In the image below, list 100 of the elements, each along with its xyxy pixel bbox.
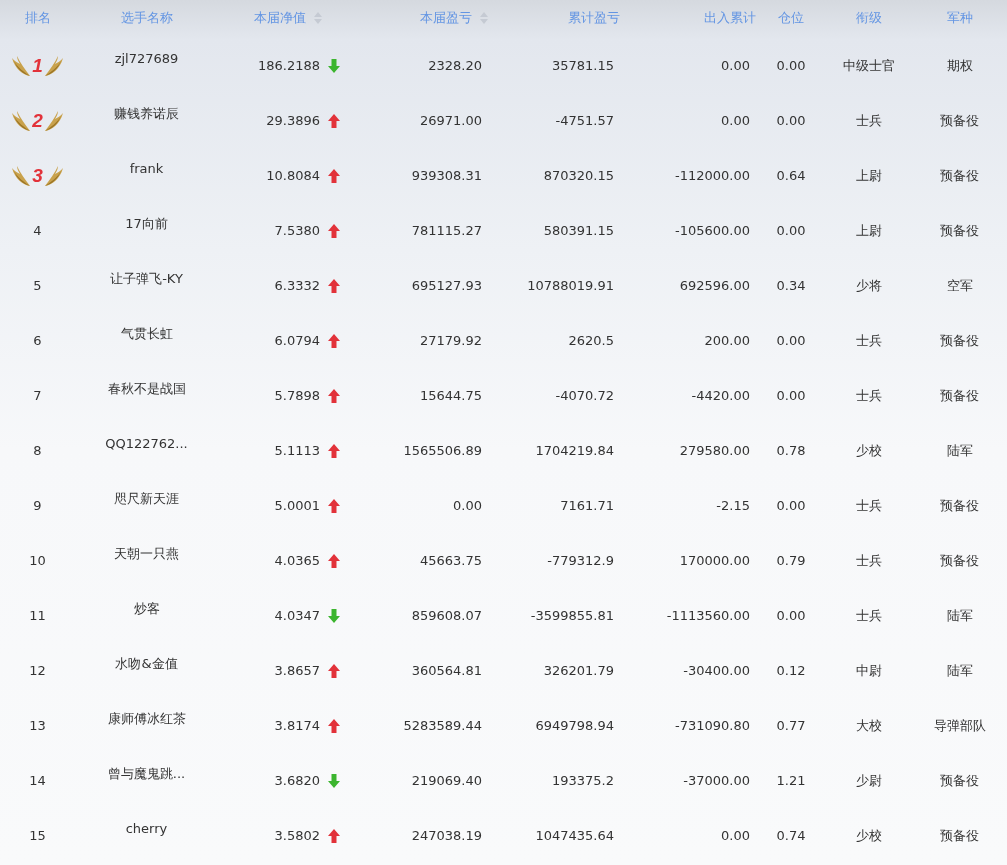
table-cell-text: 上尉 <box>855 221 883 240</box>
table-cell-text: 27179.92 <box>418 333 482 348</box>
table-cell-text: 0.00 <box>775 223 807 238</box>
table-cell-text: 781115.27 <box>410 223 482 238</box>
table-cell-text: -4751.57 <box>554 113 614 128</box>
player-name[interactable]: 让子弹飞-KY <box>75 269 218 302</box>
table-cell-text: 预备役 <box>939 221 980 240</box>
table-cell-text: 279580.00 <box>678 443 750 458</box>
wing-icon <box>11 54 32 77</box>
player-name[interactable]: 水吻&金值 <box>75 654 218 687</box>
table-cell-text: 中级士官 <box>842 56 896 75</box>
table-cell-text: -4420.00 <box>690 388 750 403</box>
player-name[interactable]: 春秋不是战国 <box>75 379 218 412</box>
rank-number: 10 <box>29 553 46 568</box>
table-cell: 6.0794 <box>274 333 320 348</box>
table-cell-text: 预备役 <box>939 386 980 405</box>
sort-icon[interactable] <box>480 12 488 24</box>
table-cell-text: 10788019.91 <box>526 278 614 293</box>
wing-icon <box>11 164 32 187</box>
table-cell-text: 预备役 <box>939 111 980 130</box>
table-cell-text: -105600.00 <box>674 223 750 238</box>
table-cell: 3.6820 <box>274 773 320 788</box>
rank-number: 12 <box>29 663 46 678</box>
table-cell-text: 5283589.44 <box>402 718 482 733</box>
wing-icon <box>43 109 64 132</box>
rank-number: 2 <box>32 109 43 132</box>
player-name[interactable]: 曾与魔鬼跳... <box>75 764 218 797</box>
table-cell: 3.8657 <box>274 663 320 678</box>
table-cell-text: 预备役 <box>939 771 980 790</box>
table-cell-text: 0.00 <box>720 58 750 73</box>
table-cell-text: 0.00 <box>720 113 750 128</box>
table-cell-text: 200.00 <box>703 333 750 348</box>
table-cell-text: 0.34 <box>775 278 807 293</box>
table-cell-text: 45663.75 <box>418 553 482 568</box>
table-cell: 3.5802 <box>274 828 320 843</box>
player-name[interactable]: zjl727689 <box>75 51 218 80</box>
table-cell: 29.3896 <box>266 113 320 128</box>
table-cell: 4.0365 <box>274 553 320 568</box>
rank-number: 11 <box>29 608 46 623</box>
table-cell: 6.3332 <box>274 278 320 293</box>
player-name[interactable]: frank <box>75 161 218 190</box>
table-cell: 3.8174 <box>274 718 320 733</box>
table-cell-text: 中尉 <box>855 661 883 680</box>
table-cell-text: 少将 <box>855 276 883 295</box>
table-cell-text: 少校 <box>855 441 883 460</box>
table-cell-text: 360564.81 <box>410 663 482 678</box>
table-cell-text: 0.00 <box>775 58 807 73</box>
column-header: 累计盈亏 <box>568 9 620 27</box>
player-name[interactable]: 炒客 <box>75 599 218 632</box>
rank-number: 15 <box>29 828 46 843</box>
table-cell-text: 少尉 <box>855 771 883 790</box>
rank-number: 13 <box>29 718 46 733</box>
table-cell-text: 大校 <box>855 716 883 735</box>
column-header: 出入累计 <box>704 9 756 27</box>
player-name[interactable]: 天朝一只燕 <box>75 544 218 577</box>
table-cell-text: 326201.79 <box>542 663 614 678</box>
table-cell-text: 2620.5 <box>567 333 614 348</box>
rank-number: 8 <box>33 443 42 458</box>
table-cell-text: 695127.93 <box>410 278 482 293</box>
wing-icon <box>43 164 64 187</box>
player-name[interactable]: QQ122762... <box>75 436 218 465</box>
player-name[interactable]: 康师傅冰红茶 <box>75 709 218 742</box>
table-cell-text: 0.00 <box>775 333 807 348</box>
rank-number: 7 <box>33 388 42 403</box>
table-cell-text: 士兵 <box>855 111 883 130</box>
table-cell-text: 193375.2 <box>550 773 614 788</box>
table-cell: 4.0347 <box>274 608 320 623</box>
rank-number: 4 <box>33 223 42 238</box>
sort-icon[interactable] <box>314 12 322 24</box>
table-cell-text: 陆军 <box>945 661 974 680</box>
table-cell-text: 0.00 <box>720 828 750 843</box>
table-cell-text: 247038.19 <box>410 828 482 843</box>
table-cell-text: -731090.80 <box>674 718 750 733</box>
rank-number: 6 <box>33 333 42 348</box>
table-cell-text: 0.00 <box>775 388 807 403</box>
table-cell-text: 0.00 <box>775 498 807 513</box>
player-name[interactable]: 赚钱养诺辰 <box>75 104 218 137</box>
player-name[interactable]: 17向前 <box>75 214 218 247</box>
column-header: 军种 <box>946 9 973 27</box>
table-cell-text: -2.15 <box>715 498 750 513</box>
table-cell-text: -112000.00 <box>674 168 750 183</box>
table-cell-text: 预备役 <box>939 331 980 350</box>
column-header: 排名 <box>24 9 51 27</box>
table-cell-text: 0.00 <box>775 608 807 623</box>
table-cell-text: 0.79 <box>775 553 807 568</box>
table-cell-text: 692596.00 <box>678 278 750 293</box>
player-name[interactable]: 咫尺新天涯 <box>75 489 218 522</box>
table-cell-text: 35781.15 <box>550 58 614 73</box>
table-cell-text: 1047435.64 <box>534 828 614 843</box>
player-name[interactable]: 气贯长虹 <box>75 324 218 357</box>
table-cell-text: 陆军 <box>945 441 974 460</box>
table-cell-text: -3599855.81 <box>529 608 614 623</box>
player-name[interactable]: cherry <box>75 821 218 850</box>
rank-number: 3 <box>32 164 43 187</box>
table-cell-text: 预备役 <box>939 166 980 185</box>
table-cell-text: 上尉 <box>855 166 883 185</box>
table-cell: 5.0001 <box>274 498 320 513</box>
table-cell-text: 士兵 <box>855 331 883 350</box>
column-header: 选手名称 <box>120 9 173 27</box>
table-cell: 7.5380 <box>274 223 320 238</box>
